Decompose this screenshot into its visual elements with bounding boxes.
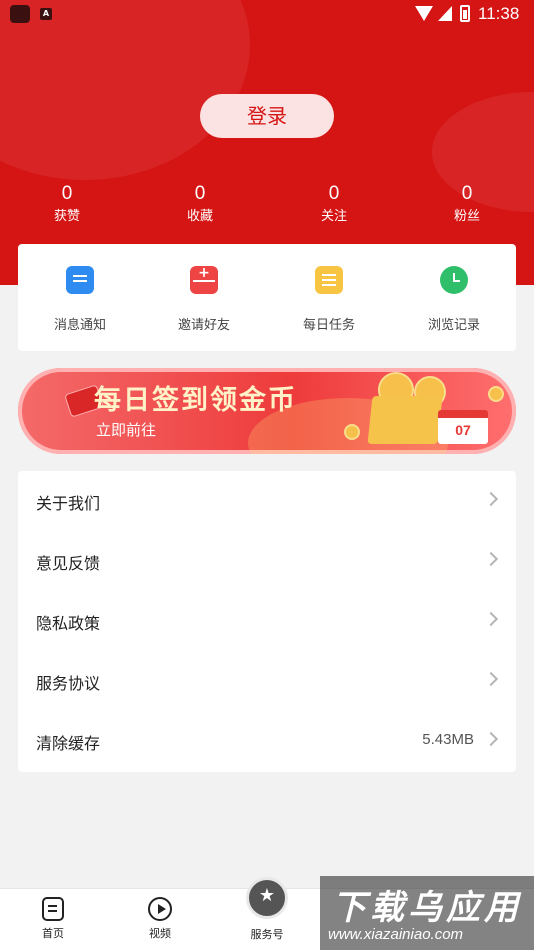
tab-home[interactable]: 首页 xyxy=(23,897,83,941)
watermark-url: www.xiazainiao.com xyxy=(328,926,464,943)
quick-action-label: 邀请好友 xyxy=(177,318,230,333)
quick-action-history[interactable]: 浏览记录 xyxy=(392,266,516,333)
gold-coin-icon xyxy=(344,424,360,440)
menu-item-privacy-policy[interactable]: 隐私政策 xyxy=(18,591,516,651)
stat-label: 关注 xyxy=(320,209,347,224)
daily-checkin-banner[interactable]: 每日签到领金币 立即前往 07 xyxy=(18,368,516,454)
menu-item-label: 关于我们 xyxy=(36,494,101,513)
status-time: 11:38 xyxy=(478,4,520,23)
quick-action-messages[interactable]: 消息通知 xyxy=(18,266,142,333)
stat-following[interactable]: 0 关注 xyxy=(294,182,374,228)
tab-service-label[interactable]: 服务号 xyxy=(237,926,297,942)
user-stats: 0 获赞 0 收藏 0 关注 0 粉丝 xyxy=(0,182,534,232)
home-icon xyxy=(42,897,64,921)
banner-title: 每日签到领金币 xyxy=(94,385,297,416)
battery-icon xyxy=(460,5,470,22)
menu-item-feedback[interactable]: 意见反馈 xyxy=(18,531,516,591)
stat-value: 0 xyxy=(328,183,340,204)
stat-value: 0 xyxy=(194,183,206,204)
quick-action-label: 消息通知 xyxy=(53,318,106,333)
stat-favorites[interactable]: 0 收藏 xyxy=(160,182,240,228)
wifi-icon xyxy=(415,6,433,21)
stat-label: 收藏 xyxy=(186,209,213,224)
chevron-right-icon xyxy=(483,671,499,687)
profile-header xyxy=(0,0,534,285)
chevron-right-icon xyxy=(483,491,499,507)
gold-coin-icon xyxy=(488,386,504,402)
menu-item-label: 隐私政策 xyxy=(36,614,101,633)
status-bar: A 11:38 xyxy=(0,0,534,30)
chevron-right-icon xyxy=(483,731,499,747)
quick-action-label: 浏览记录 xyxy=(427,318,480,333)
invite-envelope-icon xyxy=(190,265,218,294)
menu-item-service-agreement[interactable]: 服务协议 xyxy=(18,651,516,711)
quick-action-invite[interactable]: 邀请好友 xyxy=(142,265,266,333)
tab-label: 首页 xyxy=(42,927,64,940)
quick-action-label: 每日任务 xyxy=(302,318,355,333)
watermark: 下载乌应用 www.xiazainiao.com xyxy=(320,876,534,950)
signal-icon xyxy=(438,6,452,21)
chevron-right-icon xyxy=(483,611,499,627)
menu-item-label: 意见反馈 xyxy=(36,554,101,573)
clock-icon xyxy=(440,266,468,294)
tab-label: 视频 xyxy=(149,927,171,940)
menu-item-label: 清除缓存 xyxy=(36,734,101,753)
tab-video[interactable]: 视频 xyxy=(130,897,190,941)
settings-menu: 关于我们 意见反馈 隐私政策 服务协议 清除缓存 5.43MB xyxy=(18,471,516,772)
message-icon xyxy=(66,266,94,294)
menu-item-about-us[interactable]: 关于我们 xyxy=(18,471,516,531)
notification-a-icon: A xyxy=(40,8,52,20)
cache-size-value: 5.43MB xyxy=(422,731,474,748)
watermark-title: 下载乌应用 xyxy=(332,888,522,928)
banner-subtitle: 立即前往 xyxy=(96,421,157,439)
menu-item-label: 服务协议 xyxy=(36,674,101,693)
play-icon xyxy=(148,897,172,921)
treasure-box-icon xyxy=(367,396,443,444)
menu-item-clear-cache[interactable]: 清除缓存 5.43MB xyxy=(18,711,516,771)
stat-label: 粉丝 xyxy=(453,209,480,224)
stat-fans[interactable]: 0 粉丝 xyxy=(427,182,507,228)
stat-value: 0 xyxy=(461,183,473,204)
task-note-icon xyxy=(315,266,343,294)
stat-value: 0 xyxy=(61,183,73,204)
login-button[interactable]: 登录 xyxy=(200,94,334,138)
quick-action-daily-tasks[interactable]: 每日任务 xyxy=(267,266,391,333)
quick-actions-card: 消息通知 邀请好友 每日任务 浏览记录 xyxy=(18,244,516,351)
service-icon[interactable] xyxy=(246,877,288,919)
stat-likes[interactable]: 0 获赞 xyxy=(27,182,107,228)
stat-label: 获赞 xyxy=(53,209,80,224)
notification-app-icon xyxy=(10,5,30,23)
calendar-icon: 07 xyxy=(438,410,488,444)
chevron-right-icon xyxy=(483,551,499,567)
